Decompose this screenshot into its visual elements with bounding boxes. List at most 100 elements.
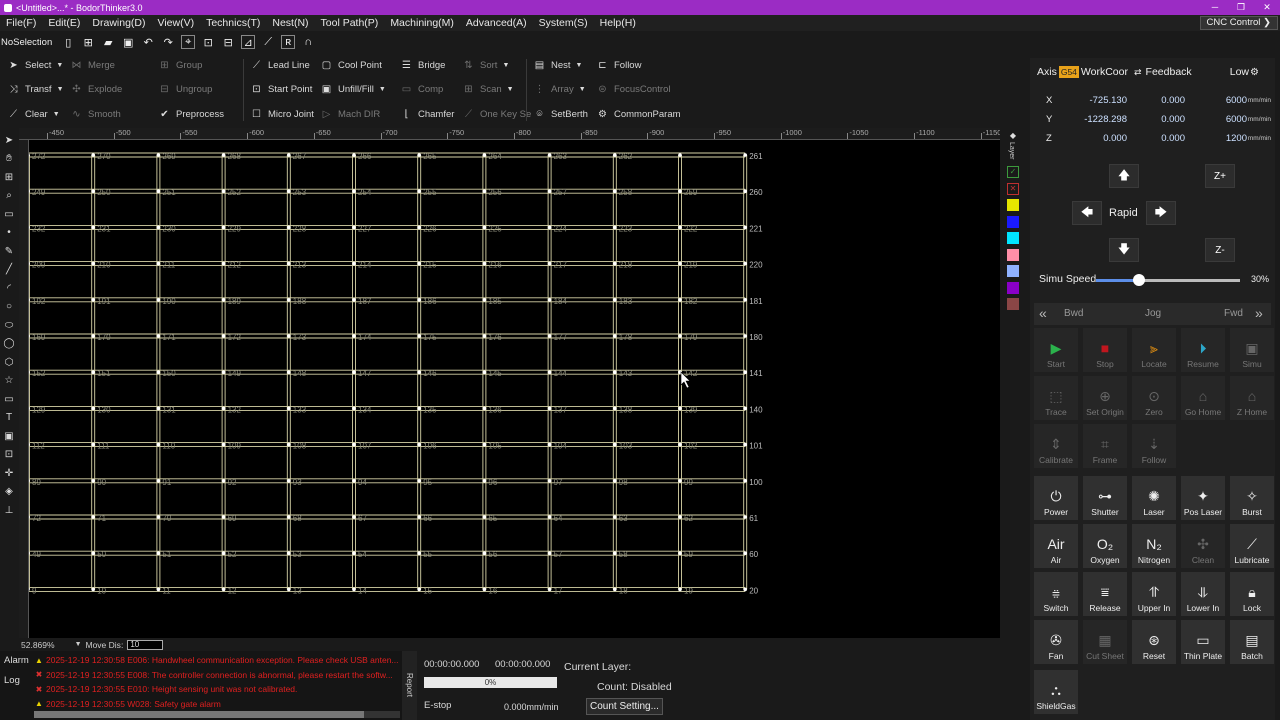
burst-button[interactable]: ✧ Burst <box>1230 476 1274 520</box>
resume-button[interactable]: ⏵ Resume <box>1181 328 1225 372</box>
double-chevron-left-icon[interactable]: « <box>1039 305 1047 321</box>
follow-button[interactable]: ⊏ Follow <box>596 55 641 75</box>
menu-help[interactable]: Help(H) <box>594 17 642 29</box>
simu-button[interactable]: ▣ Simu <box>1230 328 1274 372</box>
speed-mode[interactable]: Low <box>1230 66 1249 78</box>
menu-technics[interactable]: Technics(T) <box>200 17 266 29</box>
lubricate-button[interactable]: ⟋ Lubricate <box>1230 524 1274 568</box>
lower-in-button[interactable]: ⥥ Lower In <box>1181 572 1225 616</box>
trace-button[interactable]: ⬚ Trace <box>1034 376 1078 420</box>
move-dis-input[interactable] <box>127 639 164 650</box>
line-icon[interactable]: ╱ <box>0 261 18 280</box>
double-chevron-right-icon[interactable]: » <box>1255 305 1263 321</box>
menu-machining[interactable]: Machining(M) <box>384 17 460 29</box>
text-tool-icon[interactable]: T <box>0 409 18 428</box>
clear-button[interactable]: ⟋ Clear ▼ <box>7 104 60 124</box>
alarm-item[interactable]: ▲ 2025-12-19 12:30:55 W028: Safety gate a… <box>34 697 402 712</box>
calibrate-button[interactable]: ⇕ Calibrate <box>1034 424 1078 468</box>
menu-file[interactable]: File(F) <box>0 17 42 29</box>
alarm-item[interactable]: ▲ 2025-12-19 12:30:58 E006: Handwheel com… <box>34 653 402 668</box>
clean-button[interactable]: ✣ Clean <box>1181 524 1225 568</box>
lock-button[interactable]: 🔒︎ Lock <box>1230 572 1274 616</box>
lead-line-button[interactable]: ⟋ Lead Line <box>250 55 310 75</box>
minimize-button[interactable]: ─ <box>1202 0 1228 15</box>
air-button[interactable]: Air Air <box>1034 524 1078 568</box>
menu-tool-path[interactable]: Tool Path(P) <box>315 17 385 29</box>
bridge-button[interactable]: ☰ Bridge <box>400 55 445 75</box>
zero-button[interactable]: ⊙ Zero <box>1132 376 1176 420</box>
menu-nest[interactable]: Nest(N) <box>266 17 314 29</box>
group-button[interactable]: ⊞ Group <box>158 55 202 75</box>
grid-snap-icon[interactable]: ⊡ <box>201 35 215 49</box>
start-point-button[interactable]: ⊡ Start Point <box>250 79 312 99</box>
array-button[interactable]: ⋮ Array ▼ <box>533 79 586 99</box>
focus-control-button[interactable]: ⊜ FocusControl <box>596 79 670 99</box>
ruler-icon[interactable]: ▭ <box>0 205 18 224</box>
fwd-button[interactable]: Fwd <box>1224 308 1243 319</box>
pan-hand-icon[interactable]: ✋︎ <box>0 150 18 169</box>
coordinate-system-badge[interactable]: G54 <box>1058 66 1079 78</box>
sort-button[interactable]: ⇅ Sort ▼ <box>462 55 509 75</box>
jog-up-button[interactable]: 🡅 <box>1109 164 1139 188</box>
cnc-control-button[interactable]: CNC Control ❯ <box>1199 16 1278 30</box>
layer-swatch[interactable] <box>1007 248 1019 261</box>
layer-swatch[interactable] <box>1007 281 1019 294</box>
node-edit-icon[interactable]: ⊞ <box>0 168 18 187</box>
laser-button[interactable]: ✺ Laser <box>1132 476 1176 520</box>
jog-right-button[interactable]: 🡆 <box>1146 201 1176 225</box>
pointer-tool-icon[interactable]: ➤ <box>0 131 18 150</box>
menu-edit[interactable]: Edit(E) <box>42 17 86 29</box>
smooth-button[interactable]: ∿ Smooth <box>70 104 120 124</box>
simu-speed-slider-handle[interactable] <box>1133 274 1146 286</box>
gear-icon[interactable]: ⚙ <box>1250 67 1259 78</box>
layers-icon[interactable]: ◆ <box>1005 131 1021 140</box>
alarm-item[interactable]: ✖ 2025-12-19 12:30:55 E008: The controlle… <box>34 668 402 683</box>
tab-alarm[interactable]: Alarm <box>0 651 30 671</box>
mark-icon[interactable]: ◈ <box>0 483 18 502</box>
rapid-button[interactable]: Rapid <box>1109 207 1138 219</box>
jog-mode-button[interactable]: Jog <box>1145 308 1161 319</box>
reset-button[interactable]: ⊛ Reset <box>1132 620 1176 664</box>
image-icon[interactable]: ▣ <box>0 427 18 446</box>
alarm-item[interactable]: ✖ 2025-12-19 12:30:55 E010: Height sensin… <box>34 682 402 697</box>
upper-in-button[interactable]: ⥣ Upper In <box>1132 572 1176 616</box>
drawing-canvas[interactable]: 272 270 269 268 267 266 265 264 263 262 261 249 250 2… <box>19 128 1000 638</box>
layer-hide-x-icon[interactable]: ✕ <box>1007 182 1019 195</box>
rectangle-icon[interactable]: ▭ <box>0 390 18 409</box>
nitrogen-button[interactable]: N₂ Nitrogen <box>1132 524 1176 568</box>
menu-drawing[interactable]: Drawing(D) <box>86 17 151 29</box>
point-icon[interactable]: • <box>0 224 18 243</box>
jog-left-button[interactable]: 🡄 <box>1072 201 1102 225</box>
z-plus-button[interactable]: Z+ <box>1205 164 1235 188</box>
common-param-button[interactable]: ⚙ CommonParam <box>596 104 681 124</box>
micro-joint-checkbox[interactable]: ☐ Micro Joint <box>250 104 314 124</box>
edit-node-icon[interactable]: ʀ <box>281 35 296 49</box>
merge-button[interactable]: ⋈ Merge <box>70 55 115 75</box>
menu-view[interactable]: View(V) <box>152 17 201 29</box>
release-button[interactable]: ⩸ Release <box>1083 572 1127 616</box>
set-origin-button[interactable]: ⊕ Set Origin <box>1083 376 1127 420</box>
z-home-button[interactable]: ⌂ Z Home <box>1230 376 1274 420</box>
one-key-set-button[interactable]: ⟋ One Key Se <box>462 104 531 124</box>
frame-tool-icon[interactable]: ⊡ <box>0 446 18 465</box>
snap-icon[interactable]: ⌖ <box>181 35 196 49</box>
ungroup-button[interactable]: ⊟ Ungroup <box>158 79 212 99</box>
bridge-icon[interactable]: ∩ <box>301 35 315 49</box>
pen-icon[interactable]: ✎ <box>0 242 18 261</box>
import-icon[interactable]: ⊞ <box>81 35 95 49</box>
measure-icon[interactable]: ⊟ <box>221 35 235 49</box>
transform-button[interactable]: ⤨ Transf ▼ <box>7 79 64 99</box>
nest-button[interactable]: ▤ Nest ▼ <box>533 55 583 75</box>
layer-swatch[interactable] <box>1007 215 1019 228</box>
polygon-icon[interactable]: ⬡ <box>0 353 18 372</box>
path-icon[interactable]: ⊿ <box>241 35 256 49</box>
chamfer-button[interactable]: ⌊ Chamfer <box>400 104 455 124</box>
thin-plate-button[interactable]: ▭ Thin Plate <box>1181 620 1225 664</box>
batch-button[interactable]: ▤ Batch <box>1230 620 1274 664</box>
crosshair-icon[interactable]: ✛ <box>0 464 18 483</box>
layer-swatch[interactable] <box>1007 199 1019 211</box>
follow-button[interactable]: ⇣ Follow <box>1132 424 1176 468</box>
arc-icon[interactable]: ◜ <box>0 279 18 298</box>
jog-down-button[interactable]: 🡇 <box>1109 238 1139 262</box>
bwd-button[interactable]: Bwd <box>1064 308 1083 319</box>
